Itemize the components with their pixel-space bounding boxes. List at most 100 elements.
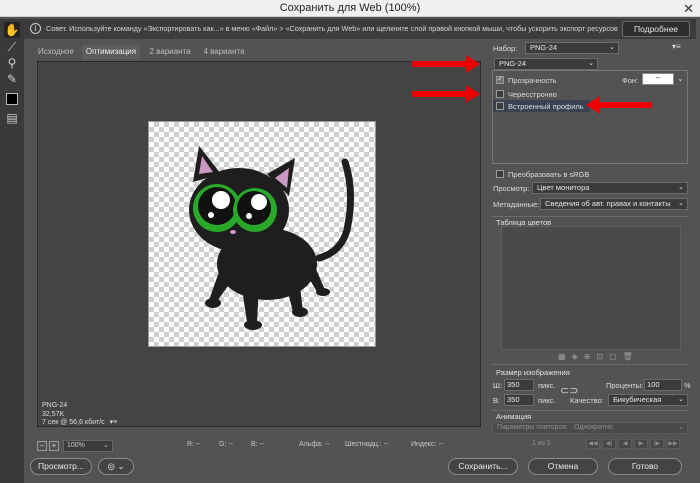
settings-menu-icon[interactable]: ▾≡ (672, 42, 681, 51)
preview-in-browser-button[interactable]: Просмотр... (30, 458, 92, 475)
image-size-title: Размер изображения (496, 368, 570, 377)
globe-icon: ◎ ⌄ (107, 461, 125, 471)
looping-label: Параметры повторов: (497, 424, 568, 431)
last-frame-icon[interactable]: ▶▶ (666, 439, 680, 449)
slice-select-tool-icon[interactable]: ⟋ (4, 39, 20, 55)
color-table-grid[interactable] (501, 226, 681, 350)
browser-select-button[interactable]: ◎ ⌄ (98, 458, 134, 475)
percent-input[interactable]: 100 (644, 379, 682, 391)
eyedropper-tool-icon[interactable]: ✎ (4, 71, 20, 87)
readout-alpha: Альфа: -- (299, 441, 330, 448)
tip-bar: i Совет. Используйте команду «Экспортиро… (24, 19, 696, 39)
window-title: Сохранить для Web (100%) (279, 2, 421, 14)
quality-label: Качество: (570, 396, 604, 405)
close-icon[interactable]: ✕ (683, 0, 694, 17)
status-file-size: 32,57K (42, 410, 65, 418)
chevron-down-icon: ⌄ (678, 184, 684, 191)
matte-color-select[interactable]: -- (642, 73, 674, 85)
annotation-arrow-to-format (412, 55, 480, 73)
checkmark-icon: ✓ (497, 76, 503, 83)
percent-label: Проценты: (606, 381, 644, 390)
frame-counter: 1 из 1 (532, 440, 551, 447)
preview-mode-value: Цвет монитора (537, 183, 590, 192)
first-frame-icon[interactable]: ◀◀ (586, 439, 600, 449)
interlaced-label: Чересстрочно (508, 90, 557, 99)
chevron-down-icon: ⌄ (678, 424, 684, 431)
embed-color-profile-checkbox[interactable] (496, 102, 504, 110)
tab-optimized[interactable]: Оптимизация (82, 45, 140, 59)
info-icon: i (30, 23, 41, 34)
preview-canvas[interactable]: PNG-24 32,57K 7 сек @ 56,6 кбит/с ▾≡ (37, 61, 481, 427)
annotation-arrow-to-embed-profile (586, 96, 652, 114)
preset-select[interactable]: PNG-24 ⌄ (525, 42, 619, 54)
file-format-select[interactable]: PNG-24 ⌄ (494, 58, 598, 70)
color-table-actions-icon[interactable]: ▦◈⊕⊡▢🗑 (558, 352, 639, 361)
metadata-value: Сведения об авт. правах и контакты (545, 199, 671, 208)
zoom-level-value: 100% (67, 442, 85, 449)
looping-value: Однократно (573, 424, 613, 431)
hand-tool-icon[interactable]: ✋ (4, 22, 20, 38)
window-titlebar: Сохранить для Web (100%) ✕ (0, 0, 700, 17)
readout-index: Индекс: -- (411, 441, 444, 448)
black-cat-image (189, 146, 355, 330)
divider (492, 410, 688, 411)
file-format-value: PNG-24 (499, 59, 527, 68)
chevron-down-icon: ⌄ (609, 44, 615, 51)
optimization-status: PNG-24 32,57K 7 сек @ 56,6 кбит/с ▾≡ (42, 402, 117, 428)
zoom-tool-icon[interactable]: ⚲ (4, 55, 20, 71)
readout-hex: Шестнадц.: -- (345, 441, 389, 448)
readout-r: R: -- (187, 441, 201, 448)
chevron-down-icon: ⌄ (103, 442, 109, 449)
status-format: PNG-24 (42, 402, 68, 409)
chevron-down-icon: ⌄ (588, 60, 594, 67)
transparency-label: Прозрачность (508, 76, 557, 85)
preview-label: Просмотр: (493, 184, 530, 193)
readout-b: B: -- (251, 441, 265, 448)
chevron-down-icon: ⌄ (678, 200, 684, 207)
height-input[interactable]: 350 (504, 394, 534, 406)
chevron-down-icon[interactable]: ⌄ (677, 74, 684, 83)
resample-quality-select[interactable]: Бикубическая ⌄ (608, 394, 688, 406)
preset-value: PNG-24 (530, 43, 558, 52)
zoom-in-icon[interactable]: + (49, 441, 59, 451)
annotation-arrow-to-interlaced (412, 85, 480, 103)
play-icon[interactable]: ▶ (634, 439, 648, 449)
embed-color-profile-label: Встроенный профиль (508, 102, 584, 111)
status-menu-icon[interactable]: ▾≡ (110, 419, 118, 426)
tab-original[interactable]: Исходное (30, 45, 82, 59)
learn-more-button[interactable]: Подробнее (622, 21, 690, 37)
metadata-select[interactable]: Сведения об авт. правах и контакты ⌄ (540, 198, 688, 210)
resample-quality-value: Бикубическая (613, 395, 662, 404)
rewind-icon[interactable]: ◀ (618, 439, 632, 449)
width-label: Ш: (493, 381, 502, 390)
eyedropper-color-swatch[interactable] (6, 93, 18, 105)
preview-mode-select[interactable]: Цвет монитора ⌄ (532, 182, 688, 194)
next-frame-icon[interactable]: |▶ (650, 439, 664, 449)
readout-g: G: -- (219, 441, 233, 448)
matte-label: Фон: (622, 76, 639, 85)
height-label: В: (493, 396, 501, 405)
convert-srgb-checkbox[interactable] (496, 170, 504, 178)
height-unit: пикс. (538, 396, 556, 405)
metadata-label: Метаданные: (493, 200, 540, 209)
interlaced-checkbox[interactable] (496, 90, 504, 98)
looping-options-select[interactable]: Параметры повторов: Однократно ⌄ (492, 422, 688, 434)
divider (492, 364, 688, 365)
tab-2-up[interactable]: 2 варианта (144, 45, 196, 59)
preset-label: Набор: (493, 44, 518, 53)
tool-panel: ✋ ⟋ ⚲ ✎ ▤ (0, 19, 24, 483)
tip-message: Совет. Используйте команду «Экспортирова… (46, 24, 618, 33)
width-unit: пикс. (538, 381, 556, 390)
canvas-readout-bar: − + 100% ⌄ R: -- G: -- B: -- Альфа: -- Ш… (37, 439, 481, 453)
convert-srgb-label: Преобразовать в sRGB (508, 170, 590, 179)
previous-frame-icon[interactable]: ◀| (602, 439, 616, 449)
percent-unit: % (684, 381, 691, 390)
zoom-level-select[interactable]: 100% ⌄ (63, 440, 113, 452)
transparency-checkbox[interactable]: ✓ (496, 76, 504, 84)
zoom-out-icon[interactable]: − (37, 441, 47, 451)
slice-visibility-toggle-icon[interactable]: ▤ (4, 110, 20, 126)
animation-title: Анимация (496, 412, 532, 421)
chevron-down-icon: ⌄ (678, 396, 684, 403)
width-input[interactable]: 350 (504, 379, 534, 391)
tab-4-up[interactable]: 4 варианта (198, 45, 250, 59)
